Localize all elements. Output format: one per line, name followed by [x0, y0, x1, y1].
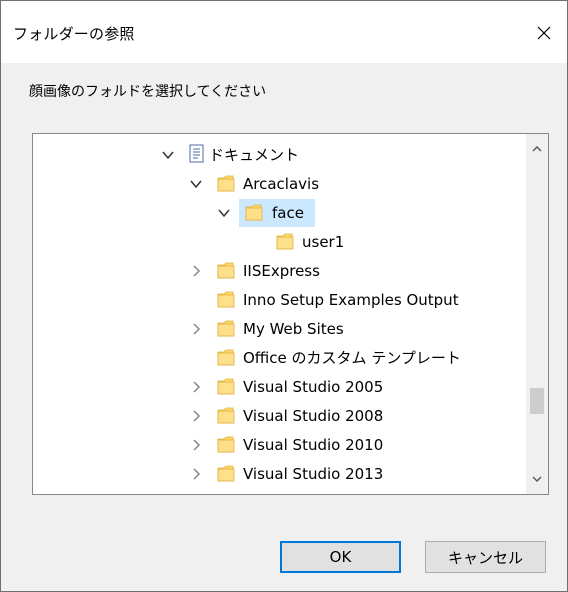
chevron-down-icon[interactable]	[217, 206, 231, 220]
folder-tree-content: ドキュメント Arcaclavis face user1 IISExpress …	[33, 134, 525, 494]
tree-item-label: Inno Setup Examples Output	[243, 291, 459, 309]
tree-item-label: Visual Studio 2013	[243, 465, 384, 483]
tree-item-my-web-sites[interactable]: My Web Sites	[33, 315, 525, 344]
folder-icon	[217, 492, 237, 494]
tree-item-label: Visual Studio 2008	[243, 407, 384, 425]
tree-item-iisexpress[interactable]: IISExpress	[33, 257, 525, 286]
vertical-scrollbar[interactable]	[526, 134, 548, 494]
chevron-down-icon[interactable]	[161, 148, 175, 162]
folder-icon	[276, 231, 296, 251]
folder-icon	[217, 318, 237, 338]
folder-icon	[217, 289, 237, 309]
window-title: フォルダーの参照	[13, 25, 135, 43]
folder-icon	[245, 202, 265, 222]
folder-icon	[217, 376, 237, 396]
tree-item-face[interactable]: face	[33, 199, 525, 228]
tree-item-inno-setup[interactable]: Inno Setup Examples Output	[33, 286, 525, 315]
folder-icon	[217, 463, 237, 483]
tree-item-user1[interactable]: user1	[33, 228, 525, 257]
close-icon	[537, 26, 551, 40]
folder-tree[interactable]: ドキュメント Arcaclavis face user1 IISExpress …	[32, 133, 549, 495]
chevron-down-icon	[531, 470, 543, 489]
folder-icon	[217, 260, 237, 280]
folder-icon	[217, 173, 237, 193]
chevron-right-icon[interactable]	[189, 409, 203, 423]
chevron-down-icon[interactable]	[189, 177, 203, 191]
close-button[interactable]	[523, 15, 565, 51]
tree-item-label: IISExpress	[243, 262, 320, 280]
tree-item-label: Visual Studio 2010	[243, 436, 384, 454]
tree-item-label: My Web Sites	[243, 320, 344, 338]
chevron-right-icon[interactable]	[189, 322, 203, 336]
chevron-up-icon	[531, 140, 543, 159]
tree-item-vs2005[interactable]: Visual Studio 2005	[33, 373, 525, 402]
scroll-thumb[interactable]	[530, 388, 544, 414]
folder-icon	[217, 405, 237, 425]
instruction-text: 顔画像のフォルドを選択してください	[29, 84, 267, 100]
chevron-right-icon[interactable]	[189, 467, 203, 481]
tree-item-arcaclavis[interactable]: Arcaclavis	[33, 170, 525, 199]
tree-item-vs2010[interactable]: Visual Studio 2010	[33, 431, 525, 460]
chevron-right-icon[interactable]	[189, 380, 203, 394]
title-bar: フォルダーの参照	[1, 1, 567, 63]
tree-item-label: Arcaclavis	[243, 175, 320, 193]
tree-item-vs2013[interactable]: Visual Studio 2013	[33, 460, 525, 489]
tree-item-label: ドキュメント	[209, 146, 300, 164]
tree-item-partial	[33, 489, 525, 494]
documents-icon	[187, 144, 207, 164]
ok-button[interactable]: OK	[280, 541, 401, 573]
tree-item-label: Office のカスタム テンプレート	[243, 349, 461, 367]
tree-item-label: face	[272, 204, 304, 222]
tree-item-office-templates[interactable]: Office のカスタム テンプレート	[33, 344, 525, 373]
scroll-down-button[interactable]	[526, 468, 548, 490]
scroll-up-button[interactable]	[526, 138, 548, 160]
folder-icon	[217, 347, 237, 367]
chevron-right-icon[interactable]	[189, 438, 203, 452]
chevron-right-icon[interactable]	[189, 264, 203, 278]
tree-item-vs2008[interactable]: Visual Studio 2008	[33, 402, 525, 431]
folder-browse-dialog: フォルダーの参照 顔画像のフォルドを選択してください ドキュメント Arcacl…	[0, 0, 568, 592]
cancel-button[interactable]: キャンセル	[425, 541, 546, 573]
tree-item-label: Visual Studio 2005	[243, 378, 384, 396]
folder-icon	[217, 434, 237, 454]
tree-item-label: user1	[302, 233, 345, 251]
tree-item-documents[interactable]: ドキュメント	[33, 141, 525, 170]
